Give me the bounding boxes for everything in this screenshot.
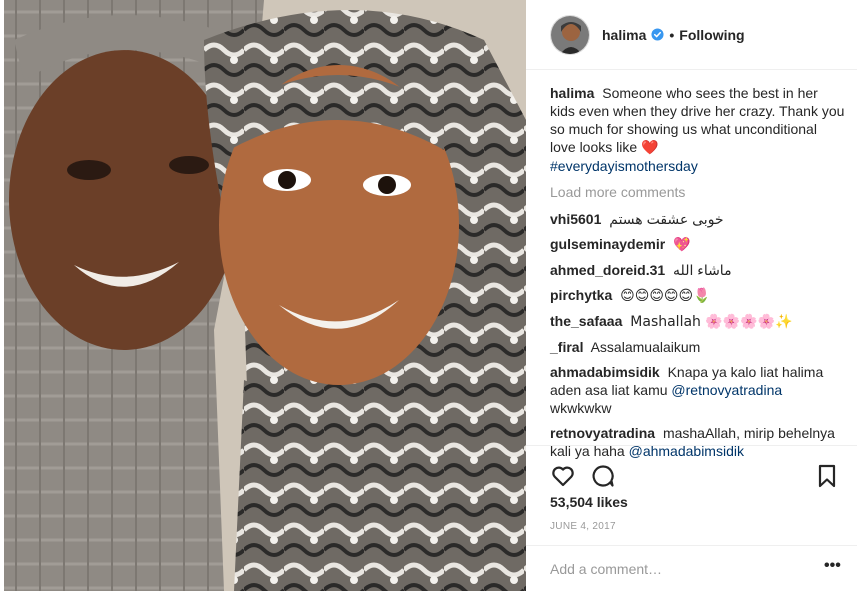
caption: halima Someone who sees the best in her … (550, 84, 845, 175)
bookmark-icon[interactable] (814, 463, 840, 489)
post-header: halima • Following (526, 0, 857, 70)
verified-badge-icon (651, 28, 664, 41)
comment-text: Assalamualaikum (590, 339, 701, 355)
comment-username[interactable]: gulseminaydemir (550, 236, 665, 252)
comments-list: halima Someone who sees the best in her … (550, 84, 845, 467)
header-separator: • (669, 26, 675, 43)
comment-text: 😊😊😊😊😊🌷 (620, 288, 711, 304)
header-username[interactable]: halima (602, 27, 646, 43)
instagram-post: halima • Following halima Someone who se… (0, 0, 857, 591)
comment-item: ahmadabimsidik Knapa ya kalo liat halima… (550, 363, 845, 417)
comment-item: vhi5601 خوبی عشقت هستم (550, 210, 845, 228)
post-date: JUNE 4, 2017 (550, 521, 616, 532)
comment-item: _firal Assalamualaikum (550, 338, 845, 356)
comment-username[interactable]: ahmed_doreid.31 (550, 262, 665, 278)
caption-heart-emoji: ❤️ (641, 140, 659, 156)
following-button[interactable]: Following (679, 27, 744, 43)
comment-text: ماشاء الله (673, 262, 732, 278)
comment-text: خوبی عشقت هستم (609, 211, 724, 227)
comment-text: Mashallah 🌸🌸🌸🌸✨ (630, 314, 793, 330)
comment-text-after: wkwkwkw (550, 400, 612, 416)
more-options-icon[interactable]: ••• (824, 557, 841, 575)
load-more-comments-link[interactable]: Load more comments (550, 183, 845, 201)
comment-item: pirchytka 😊😊😊😊😊🌷 (550, 286, 845, 305)
caption-hashtag[interactable]: #everydayismothersday (550, 158, 698, 174)
comment-username[interactable]: pirchytka (550, 287, 612, 303)
post-photo[interactable] (4, 0, 526, 591)
post-details-panel: halima • Following halima Someone who se… (526, 0, 857, 591)
comment-username[interactable]: vhi5601 (550, 211, 601, 227)
add-comment-section: ••• (526, 545, 857, 591)
comment-username[interactable]: ahmadabimsidik (550, 364, 660, 380)
caption-text: Someone who sees the best in her kids ev… (550, 85, 845, 155)
comment-item: the_safaaa Mashallah 🌸🌸🌸🌸✨ (550, 312, 845, 331)
comment-mention[interactable]: @retnovyatradina (671, 382, 782, 398)
avatar-image (551, 15, 589, 54)
comment-username[interactable]: retnovyatradina (550, 425, 655, 441)
heart-outline-icon[interactable] (550, 463, 576, 489)
likes-count[interactable]: 53,504 likes (550, 494, 628, 510)
speech-bubble-icon[interactable] (590, 463, 616, 489)
comment-item: ahmed_doreid.31 ماشاء الله (550, 261, 845, 279)
add-comment-input[interactable] (550, 558, 810, 580)
photo-illustration (4, 0, 526, 591)
caption-username[interactable]: halima (550, 85, 594, 101)
comment-username[interactable]: _firal (550, 339, 583, 355)
avatar[interactable] (550, 14, 590, 55)
comment-text: 💖 (673, 237, 691, 253)
comment-item: gulseminaydemir 💖 (550, 235, 845, 254)
comment-username[interactable]: the_safaaa (550, 313, 622, 329)
